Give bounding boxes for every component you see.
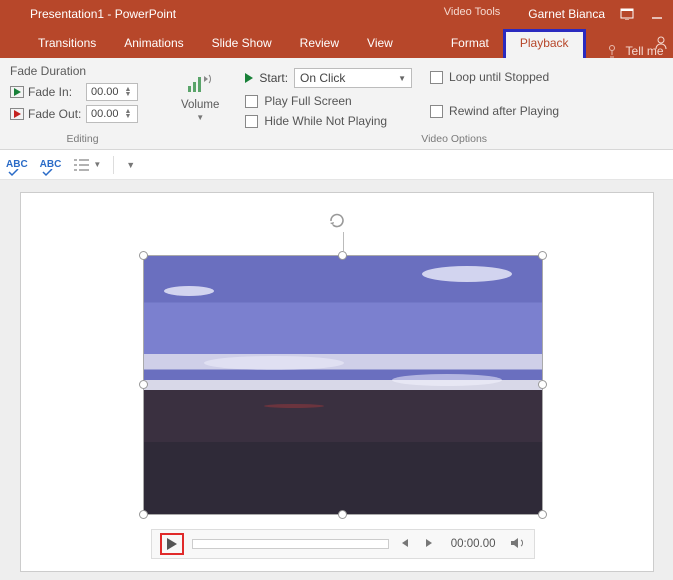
- fade-in-icon: [10, 86, 24, 98]
- play-button[interactable]: [160, 533, 184, 555]
- qat-customize-icon[interactable]: ▼: [126, 160, 135, 170]
- volume-icon: [186, 68, 214, 97]
- group-video-options-label: Video Options: [245, 133, 663, 147]
- qat-list-icon[interactable]: ▼: [73, 158, 101, 172]
- video-object[interactable]: [143, 255, 543, 515]
- fade-duration-label: Fade Duration: [10, 64, 155, 78]
- slide-canvas[interactable]: 00:00.00: [20, 192, 654, 572]
- rotate-handle-icon[interactable]: [327, 211, 347, 234]
- qat-spellcheck2-icon[interactable]: ABC: [40, 159, 62, 170]
- tab-slide-show[interactable]: Slide Show: [198, 29, 286, 58]
- ribbon-display-options-icon[interactable]: [619, 8, 635, 20]
- step-back-button[interactable]: [397, 537, 413, 552]
- tab-animations[interactable]: Animations: [110, 29, 197, 58]
- volume-dropdown[interactable]: Volume ▼: [175, 60, 225, 122]
- start-play-icon: [245, 73, 253, 83]
- play-full-screen-checkbox[interactable]: Play Full Screen: [245, 94, 412, 108]
- start-select[interactable]: On Click ▼: [294, 68, 412, 88]
- hide-while-not-playing-checkbox[interactable]: Hide While Not Playing: [245, 114, 412, 128]
- tab-review[interactable]: Review: [286, 29, 353, 58]
- mute-button[interactable]: [510, 536, 526, 553]
- spinner-arrows-icon[interactable]: ▲▼: [123, 109, 133, 119]
- fade-in-spinner[interactable]: 00.00 ▲▼: [86, 83, 138, 101]
- seek-bar[interactable]: [192, 539, 389, 549]
- fade-in-label: Fade In:: [28, 85, 82, 99]
- rewind-label: Rewind after Playing: [449, 104, 559, 118]
- volume-label: Volume: [181, 99, 219, 111]
- play-full-screen-label: Play Full Screen: [264, 94, 351, 108]
- hide-not-playing-label: Hide While Not Playing: [264, 114, 387, 128]
- checkbox-icon: [245, 95, 258, 108]
- window-title: Presentation1 - PowerPoint: [30, 7, 176, 21]
- spinner-arrows-icon[interactable]: ▲▼: [123, 87, 133, 97]
- minimize-icon[interactable]: [649, 8, 665, 20]
- tab-format[interactable]: Format: [437, 29, 503, 58]
- loop-label: Loop until Stopped: [449, 70, 549, 84]
- checkbox-icon: [430, 71, 443, 84]
- play-icon: [167, 538, 177, 550]
- chevron-down-icon: ▼: [398, 74, 406, 83]
- media-timecode: 00:00.00: [451, 538, 496, 550]
- selection-handle[interactable]: [338, 251, 347, 260]
- checkbox-icon: [430, 105, 443, 118]
- tab-playback[interactable]: Playback: [503, 29, 586, 58]
- selection-handle[interactable]: [538, 251, 547, 260]
- slide-stage: 00:00.00: [0, 180, 673, 580]
- selection-handle[interactable]: [139, 510, 148, 519]
- qat-spellcheck-icon[interactable]: ABC: [6, 159, 28, 170]
- selection-handle[interactable]: [538, 510, 547, 519]
- tab-transitions[interactable]: Transitions: [24, 29, 110, 58]
- step-forward-button[interactable]: [421, 537, 437, 552]
- group-editing-label: Editing: [10, 133, 155, 147]
- start-label: Start:: [259, 71, 288, 85]
- loop-checkbox[interactable]: Loop until Stopped: [430, 70, 559, 84]
- media-control-bar: 00:00.00: [151, 529, 535, 559]
- selection-handle[interactable]: [538, 380, 547, 389]
- ribbon: Fade Duration Fade In: 00.00 ▲▼ Fade Out…: [0, 58, 673, 150]
- share-icon[interactable]: [653, 35, 669, 54]
- fade-out-label: Fade Out:: [28, 107, 82, 121]
- quick-access-row: ABC ABC ▼ ▼: [0, 150, 673, 180]
- user-name[interactable]: Garnet Bianca: [528, 7, 605, 21]
- start-value: On Click: [300, 71, 345, 85]
- fade-out-spinner[interactable]: 00.00 ▲▼: [86, 105, 138, 123]
- chevron-down-icon: ▼: [196, 113, 204, 122]
- selection-handle[interactable]: [139, 251, 148, 260]
- title-bar: Presentation1 - PowerPoint Video Tools G…: [0, 0, 673, 28]
- rewind-checkbox[interactable]: Rewind after Playing: [430, 104, 559, 118]
- tab-view[interactable]: View: [353, 29, 407, 58]
- checkbox-icon: [245, 115, 258, 128]
- selection-handle[interactable]: [338, 510, 347, 519]
- ribbon-tabs: Transitions Animations Slide Show Review…: [0, 28, 673, 58]
- fade-out-value: 00.00: [91, 108, 119, 120]
- contextual-tab-label: Video Tools: [434, 0, 510, 28]
- selection-handle[interactable]: [139, 380, 148, 389]
- fade-out-icon: [10, 108, 24, 120]
- fade-in-value: 00.00: [91, 86, 119, 98]
